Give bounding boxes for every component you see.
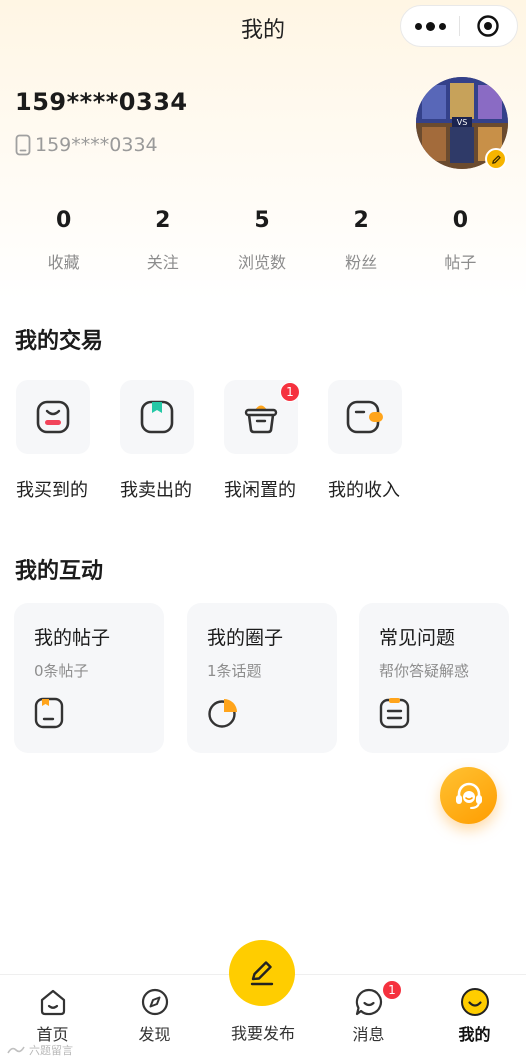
trade-tile [120,380,194,454]
mini-program-capsule [400,5,518,47]
stat-following[interactable]: 2 关注 [113,205,212,273]
faq-icon [379,698,410,729]
username[interactable]: 159****0334 [15,88,188,116]
stat-views[interactable]: 5 浏览数 [212,205,311,273]
edit-avatar-button[interactable] [485,148,507,170]
trade-item-sold[interactable]: 我卖出的 [120,380,196,501]
post-icon [34,697,64,729]
card-faq[interactable]: 常见问题 帮你答疑解惑 [359,603,509,753]
stat-label: 浏览数 [237,253,286,272]
idle-basket-icon [244,405,278,434]
trade-label: 我买到的 [16,480,88,501]
sold-bag-icon [140,400,174,434]
trade-tile [16,380,90,454]
trade-badge: 1 [280,382,300,402]
stat-value: 2 [353,208,369,233]
close-program-button[interactable] [460,14,517,38]
card-my-posts[interactable]: 我的帖子 0条帖子 [14,603,164,753]
card-subtitle: 帮你答疑解惑 [379,662,470,680]
stat-value: 0 [55,208,72,233]
pencil-icon [491,154,501,164]
stat-label: 帖子 [444,253,477,272]
circle-icon [208,699,237,728]
stat-posts[interactable]: 0 帖子 [411,205,510,273]
card-subtitle: 1条话题 [207,662,262,680]
tab-mine[interactable]: 我的 [422,975,526,1062]
trade-tile [328,380,402,454]
bought-bag-icon [36,400,70,434]
message-badge: 1 [382,980,402,1000]
publish-button[interactable] [229,940,295,1006]
stat-label: 粉丝 [345,253,378,272]
trade-item-income[interactable]: 我的收入 [328,380,404,501]
stat-label: 收藏 [47,253,80,272]
trade-label: 我的收入 [328,480,400,501]
tab-label: 消息 [352,1025,385,1044]
message-icon [355,988,383,1016]
phone-row: 159****0334 [15,134,158,156]
phone-icon [15,134,31,156]
tab-messages[interactable]: 1 消息 [316,975,421,1062]
stat-value: 0 [452,208,468,233]
trade-tile: 1 [224,380,300,454]
card-my-circles[interactable]: 我的圈子 1条话题 [187,603,337,753]
trade-item-bought[interactable]: 我买到的 [16,380,92,501]
card-title: 我的圈子 [207,627,284,649]
compass-icon [141,988,169,1016]
headset-icon [455,782,482,809]
profile-stats: 0 收藏 2 关注 5 浏览数 2 粉丝 0 帖子 [14,205,510,273]
pencil-icon [250,961,274,986]
watermark-logo-icon [7,1046,25,1054]
stat-label: 关注 [146,253,179,272]
interaction-section-title: 我的互动 [15,559,104,584]
stat-value: 5 [254,208,270,233]
phone-number: 159****0334 [35,134,158,156]
target-icon [477,15,500,37]
more-menu-button[interactable] [401,21,459,31]
income-wallet-icon [346,400,383,434]
trade-item-idle[interactable]: 1 我闲置的 [224,380,300,501]
svg-text:VS: VS [457,118,468,127]
customer-service-button[interactable] [440,767,497,824]
home-icon [40,989,66,1016]
publish-label[interactable]: 我要发布 [200,1020,326,1044]
stat-favorites[interactable]: 0 收藏 [14,205,113,273]
trade-label: 我闲置的 [224,480,296,501]
tab-discover[interactable]: 发现 [102,975,207,1062]
stat-value: 2 [155,208,171,233]
watermark-text: 六题留言 [29,1044,73,1057]
trade-label: 我卖出的 [120,480,192,501]
card-subtitle: 0条帖子 [34,662,89,680]
card-title: 我的帖子 [34,627,111,649]
tab-label: 我的 [458,1025,491,1044]
profile-smile-icon [461,988,489,1016]
card-title: 常见问题 [379,627,456,649]
trade-section-title: 我的交易 [15,329,104,354]
stat-fans[interactable]: 2 粉丝 [312,205,411,273]
watermark: 六题留言 [6,1042,73,1058]
tab-label: 发现 [138,1025,171,1044]
